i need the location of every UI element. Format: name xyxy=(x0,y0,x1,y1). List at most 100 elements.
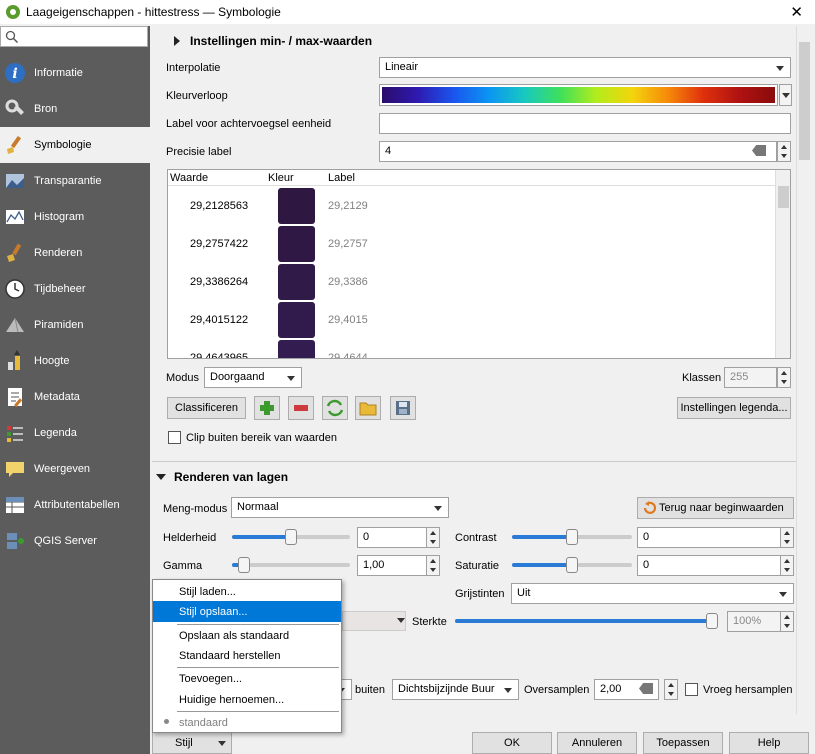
classify-button[interactable]: Classificeren xyxy=(167,397,246,419)
sidebar-item-qgis-server[interactable]: QGIS Server xyxy=(0,523,150,559)
sidebar-search-input[interactable] xyxy=(0,26,148,47)
close-icon[interactable]: ✕ xyxy=(790,3,803,21)
precisie-input[interactable]: 4 xyxy=(379,141,777,162)
table-scrollbar[interactable] xyxy=(775,170,790,358)
row-value[interactable]: 29,2757422 xyxy=(190,238,248,250)
oversamplen-spinner[interactable] xyxy=(664,679,678,700)
gamma-slider[interactable] xyxy=(232,557,350,573)
sidebar-item-transparantie[interactable]: Transparantie xyxy=(0,163,150,199)
remove-class-button[interactable] xyxy=(288,396,314,420)
minus-icon xyxy=(294,405,308,411)
saturatie-input[interactable]: 0 xyxy=(637,555,781,576)
row-value[interactable]: 29,4015122 xyxy=(190,314,248,326)
table-row[interactable]: 29,2757422 29,2757 xyxy=(168,225,776,263)
export-colormap-button[interactable] xyxy=(390,396,416,420)
menu-item-rename[interactable]: Huidige hernoemen... xyxy=(153,689,341,710)
table-row[interactable]: 29,4015122 29,4015 xyxy=(168,301,776,339)
sidebar-item-tijdbeheer[interactable]: Tijdbeheer xyxy=(0,271,150,307)
apply-button[interactable]: Toepassen xyxy=(643,732,723,754)
color-ramp-button[interactable] xyxy=(379,84,778,106)
row-value[interactable]: 29,4643965 xyxy=(190,352,248,358)
gamma-input[interactable]: 1,00 xyxy=(357,555,427,576)
table-row[interactable]: 29,3386264 29,3386 xyxy=(168,263,776,301)
help-button[interactable]: Help xyxy=(729,732,809,754)
contrast-spinner[interactable] xyxy=(780,527,794,548)
suffix-input[interactable] xyxy=(379,113,791,134)
saturatie-slider[interactable] xyxy=(512,557,632,573)
menu-item-style-standaard[interactable]: standaard xyxy=(153,712,341,733)
row-label[interactable]: 29,2129 xyxy=(328,200,368,212)
sidebar-item-legenda[interactable]: Legenda xyxy=(0,415,150,451)
menu-item-add[interactable]: Toevoegen... xyxy=(153,668,341,689)
ok-button[interactable]: OK xyxy=(472,732,552,754)
brush-icon xyxy=(4,242,26,264)
row-color-swatch[interactable] xyxy=(278,264,315,300)
add-class-button[interactable] xyxy=(254,396,280,420)
row-value[interactable]: 29,3386264 xyxy=(190,276,248,288)
gamma-spinner[interactable] xyxy=(426,555,440,576)
sidebar-item-attributentabellen[interactable]: Attributentabellen xyxy=(0,487,150,523)
sterkte-spinner[interactable] xyxy=(780,611,794,632)
legend-settings-button[interactable]: Instellingen legenda... xyxy=(677,397,791,419)
sterkte-slider[interactable] xyxy=(455,613,718,629)
sidebar-item-symbologie[interactable]: Symbologie xyxy=(0,127,150,163)
menu-item-save-default[interactable]: Opslaan als standaard xyxy=(153,625,341,646)
menu-item-restore-default[interactable]: Standaard herstellen xyxy=(153,645,341,666)
row-label[interactable]: 29,4015 xyxy=(328,314,368,326)
precisie-label: Precisie label xyxy=(166,146,232,158)
cancel-button[interactable]: Annuleren xyxy=(557,732,637,754)
sidebar-item-metadata[interactable]: Metadata xyxy=(0,379,150,415)
reverse-colors-button[interactable] xyxy=(322,396,348,420)
table-row[interactable]: 29,4643965 29,4644 xyxy=(168,339,776,358)
color-ramp-dropdown[interactable] xyxy=(779,84,792,106)
interpolatie-combo[interactable]: Lineair xyxy=(379,57,791,78)
main-vertical-scrollbar[interactable] xyxy=(796,26,811,716)
row-color-swatch[interactable] xyxy=(278,302,315,338)
render-section-header[interactable]: Renderen van lagen xyxy=(156,470,288,484)
row-label[interactable]: 29,3386 xyxy=(328,276,368,288)
table-row[interactable]: 29,2128563 29,2129 xyxy=(168,187,776,225)
sidebar-item-renderen[interactable]: Renderen xyxy=(0,235,150,271)
gamma-label: Gamma xyxy=(163,560,203,572)
load-colormap-button[interactable] xyxy=(355,396,381,420)
row-color-swatch[interactable] xyxy=(278,340,315,358)
menu-item-load-style[interactable]: Stijl laden... xyxy=(153,581,341,602)
row-label[interactable]: 29,2757 xyxy=(328,238,368,250)
helderheid-spinner[interactable] xyxy=(426,527,440,548)
modus-combo[interactable]: Doorgaand xyxy=(204,367,302,388)
chevron-down-icon[interactable] xyxy=(397,618,405,623)
sidebar-item-bron[interactable]: Bron xyxy=(0,91,150,127)
sidebar-item-histogram[interactable]: Histogram xyxy=(0,199,150,235)
menu-item-save-style[interactable]: Stijl opslaan... xyxy=(153,601,341,622)
row-color-swatch[interactable] xyxy=(278,188,315,224)
vroeg-checkbox[interactable] xyxy=(685,683,698,696)
col-label[interactable]: Label xyxy=(328,172,355,184)
reset-button[interactable]: Terug naar beginwaarden xyxy=(637,497,794,519)
helderheid-slider[interactable] xyxy=(232,529,350,545)
sidebar-item-weergeven[interactable]: Weergeven xyxy=(0,451,150,487)
sidebar-item-informatie[interactable]: i Informatie xyxy=(0,55,150,91)
meng-combo[interactable]: Normaal xyxy=(231,497,449,518)
sidebar-item-label: Weergeven xyxy=(34,463,91,475)
grijstinten-combo[interactable]: Uit xyxy=(511,583,794,604)
helderheid-input[interactable]: 0 xyxy=(357,527,427,548)
sterkte-input[interactable]: 100% xyxy=(727,611,781,632)
col-kleur[interactable]: Kleur xyxy=(268,172,294,184)
contrast-input[interactable]: 0 xyxy=(637,527,781,548)
row-color-swatch[interactable] xyxy=(278,226,315,262)
klassen-spinner[interactable] xyxy=(777,367,791,388)
sidebar-item-piramiden[interactable]: Piramiden xyxy=(0,307,150,343)
contrast-slider[interactable] xyxy=(512,529,632,545)
sidebar-item-label: Attributentabellen xyxy=(34,499,120,511)
style-button[interactable]: Stijl xyxy=(152,732,232,754)
row-value[interactable]: 29,2128563 xyxy=(190,200,248,212)
klassen-input[interactable]: 255 xyxy=(724,367,777,388)
saturatie-spinner[interactable] xyxy=(780,555,794,576)
col-waarde[interactable]: Waarde xyxy=(170,172,208,184)
sidebar-item-hoogte[interactable]: Hoogte xyxy=(0,343,150,379)
precisie-spinner[interactable] xyxy=(777,141,791,162)
row-label[interactable]: 29,4644 xyxy=(328,352,368,358)
minmax-section-header[interactable]: Instellingen min- / max-waarden xyxy=(174,34,372,48)
buiten-combo[interactable]: Dichtsbijzijnde Buur xyxy=(392,679,519,700)
clip-checkbox[interactable] xyxy=(168,431,181,444)
